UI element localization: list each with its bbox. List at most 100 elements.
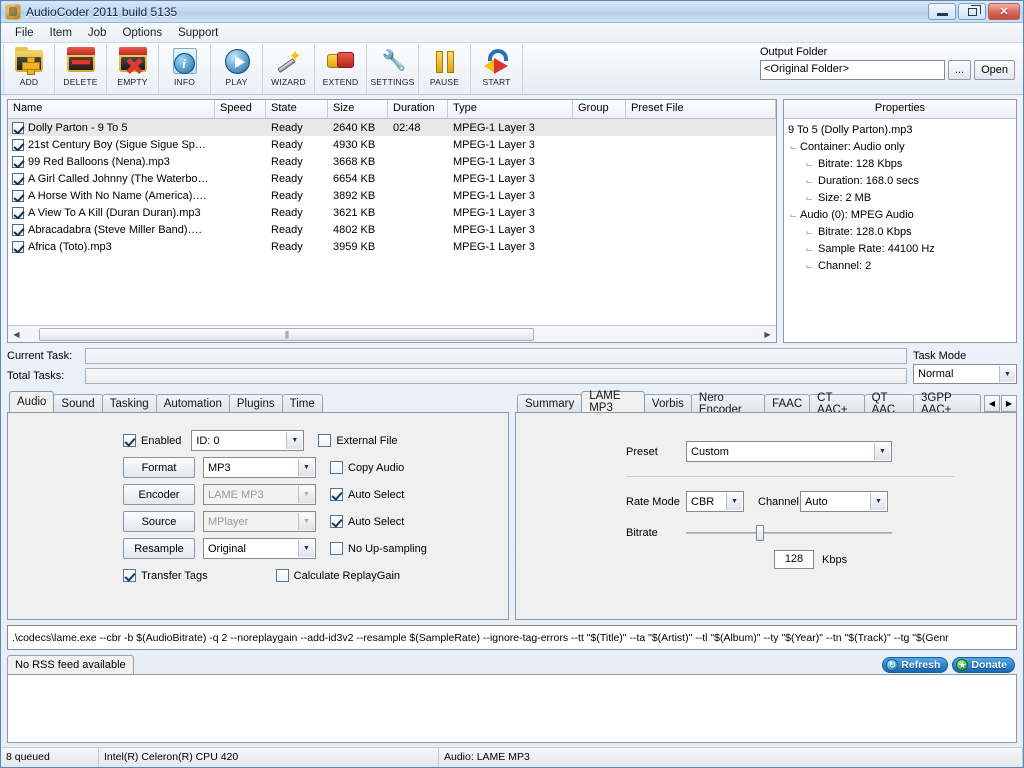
tab-vorbis[interactable]: Vorbis [643,394,692,412]
calculate-replaygain-checkbox[interactable] [275,569,289,582]
hscroll-track[interactable]: ||| [25,326,759,342]
chevron-down-icon[interactable]: ▼ [726,493,742,510]
bitrate-slider-thumb[interactable] [756,525,765,541]
scroll-right-arrow-icon[interactable]: ▶ [759,327,776,342]
tab-tasking[interactable]: Tasking [101,394,157,412]
format-button[interactable]: Format [123,457,195,478]
toolbar-add-button[interactable]: ADD [3,44,55,94]
row-checkbox[interactable] [12,121,24,134]
column-header-state[interactable]: State [266,100,328,118]
command-line-input[interactable]: .\codecs\lame.exe --cbr -b $(AudioBitrat… [7,625,1017,650]
file-list-hscrollbar[interactable]: ◀ ||| ▶ [8,325,776,342]
chevron-down-icon[interactable]: ▼ [870,493,886,510]
column-header-group[interactable]: Group [573,100,626,118]
column-header-type[interactable]: Type [448,100,573,118]
transfer-tags-checkbox[interactable] [123,569,136,582]
table-row[interactable]: Africa (Toto).mp3 Ready 3959 KB MPEG-1 Laye… [8,238,776,255]
bitrate-slider[interactable] [686,524,892,542]
close-button[interactable]: ✕ [988,3,1020,20]
table-row[interactable]: Abracadabra (Steve Miller Band)…. Ready 48… [8,221,776,238]
menu-support[interactable]: Support [170,25,226,41]
preset-select[interactable]: Custom ▼ [686,441,892,462]
resample-button[interactable]: Resample [123,538,195,559]
output-folder-input[interactable]: <Original Folder> [760,60,945,80]
source-select[interactable]: MPlayer ▼ [203,511,316,532]
tab-summary[interactable]: Summary [517,394,583,412]
toolbar-play-button[interactable]: PLAY [211,44,263,94]
tab-audio[interactable]: Audio [9,391,55,412]
menu-job[interactable]: Job [80,25,115,41]
toolbar-extend-button[interactable]: EXTEND [315,44,367,94]
column-header-name[interactable]: Name [8,100,215,118]
toolbar-empty-button[interactable]: EMPTY [107,44,159,94]
toolbar-start-button[interactable]: START [471,44,523,94]
task-mode-select[interactable]: Normal ▼ [913,364,1017,384]
row-checkbox[interactable] [12,206,24,219]
tab-faac[interactable]: FAAC [764,394,811,412]
chevron-down-icon[interactable]: ▼ [286,432,303,449]
tab-sound[interactable]: Sound [53,394,103,412]
enabled-checkbox[interactable] [123,434,136,447]
encoder-button[interactable]: Encoder [123,484,195,505]
hscroll-thumb[interactable]: ||| [39,327,534,341]
chevron-down-icon[interactable]: ▼ [874,443,890,460]
tab-plugins[interactable]: Plugins [228,394,283,412]
table-row[interactable]: 99 Red Balloons (Nena).mp3 Ready 3668 KB MP… [8,153,776,170]
encoder-select[interactable]: LAME MP3 ▼ [203,484,316,505]
table-row[interactable]: A Girl Called Johnny (The Waterbo… Ready 6… [8,170,776,187]
menu-file[interactable]: File [7,25,42,41]
chevron-down-icon[interactable]: ▼ [298,459,314,476]
tab-lame-mp3[interactable]: LAME MP3 [581,390,645,414]
copy-audio-checkbox[interactable] [330,461,343,474]
tab-3gpp-aac-[interactable]: 3GPP AAC+ [912,392,981,416]
toolbar-pause-button[interactable]: PAUSE [419,44,471,94]
output-folder-open-button[interactable]: Open [974,60,1015,80]
tab-prev-button[interactable]: ◀ [984,394,1000,412]
rate-mode-select[interactable]: CBR ▼ [686,491,744,512]
tab-qt-aac[interactable]: QT AAC [863,392,914,416]
tab-next-button[interactable]: ▶ [1001,394,1017,412]
row-checkbox[interactable] [12,155,24,168]
rss-feed-tab[interactable]: No RSS feed available [7,655,134,674]
column-header-duration[interactable]: Duration [388,100,448,118]
tab-automation[interactable]: Automation [155,394,230,412]
column-header-size[interactable]: Size [328,100,388,118]
row-checkbox[interactable] [12,189,24,202]
row-checkbox[interactable] [12,240,24,253]
resample-select[interactable]: Original ▼ [203,538,316,559]
scroll-left-arrow-icon[interactable]: ◀ [8,327,25,342]
refresh-button[interactable]: ↻ Refresh [882,657,949,673]
encoder-auto-select-checkbox[interactable] [330,488,343,501]
tab-nero-encoder[interactable]: Nero Encoder [690,392,766,416]
row-checkbox[interactable] [12,172,24,185]
toolbar-settings-button[interactable]: 🔧 SETTINGS [367,44,419,94]
file-list-body[interactable]: Dolly Parton - 9 To 5 Ready 2640 KB 02:48 MP… [8,119,776,325]
chevron-down-icon[interactable]: ▼ [298,513,314,530]
column-header-speed[interactable]: Speed [215,100,266,118]
restore-button[interactable] [958,3,986,20]
row-checkbox[interactable] [12,138,24,151]
toolbar-wizard-button[interactable]: ✦ WIZARD [263,44,315,94]
channel-select[interactable]: Auto ▼ [800,491,888,512]
audio-id-select[interactable]: ID: 0 ▼ [191,430,305,451]
menu-item[interactable]: Item [42,25,80,41]
external-file-checkbox[interactable] [318,434,332,447]
table-row[interactable]: A Horse With No Name (America)…. Ready 389… [8,187,776,204]
output-folder-browse-button[interactable]: ... [947,60,972,80]
toolbar-info-button[interactable]: i INFO [159,44,211,94]
source-auto-select-checkbox[interactable] [330,515,343,528]
no-upsampling-checkbox[interactable] [330,542,343,555]
bitrate-input[interactable]: 128 [774,550,814,569]
row-checkbox[interactable] [12,223,24,236]
format-select[interactable]: MP3 ▼ [203,457,316,478]
properties-tree[interactable]: 9 To 5 (Dolly Parton).mp3 Container: Aud… [784,119,1016,342]
tab-ct-aac-[interactable]: CT AAC+ [809,392,865,416]
tab-time[interactable]: Time [281,394,323,412]
table-row[interactable]: A View To A Kill (Duran Duran).mp3 Ready 3… [8,204,776,221]
chevron-down-icon[interactable]: ▼ [999,366,1015,382]
table-row[interactable]: Dolly Parton - 9 To 5 Ready 2640 KB 02:48 MP… [8,119,776,136]
minimize-button[interactable] [928,3,956,20]
donate-button[interactable]: ★ Donate [952,657,1015,673]
chevron-down-icon[interactable]: ▼ [298,540,314,557]
source-button[interactable]: Source [123,511,195,532]
